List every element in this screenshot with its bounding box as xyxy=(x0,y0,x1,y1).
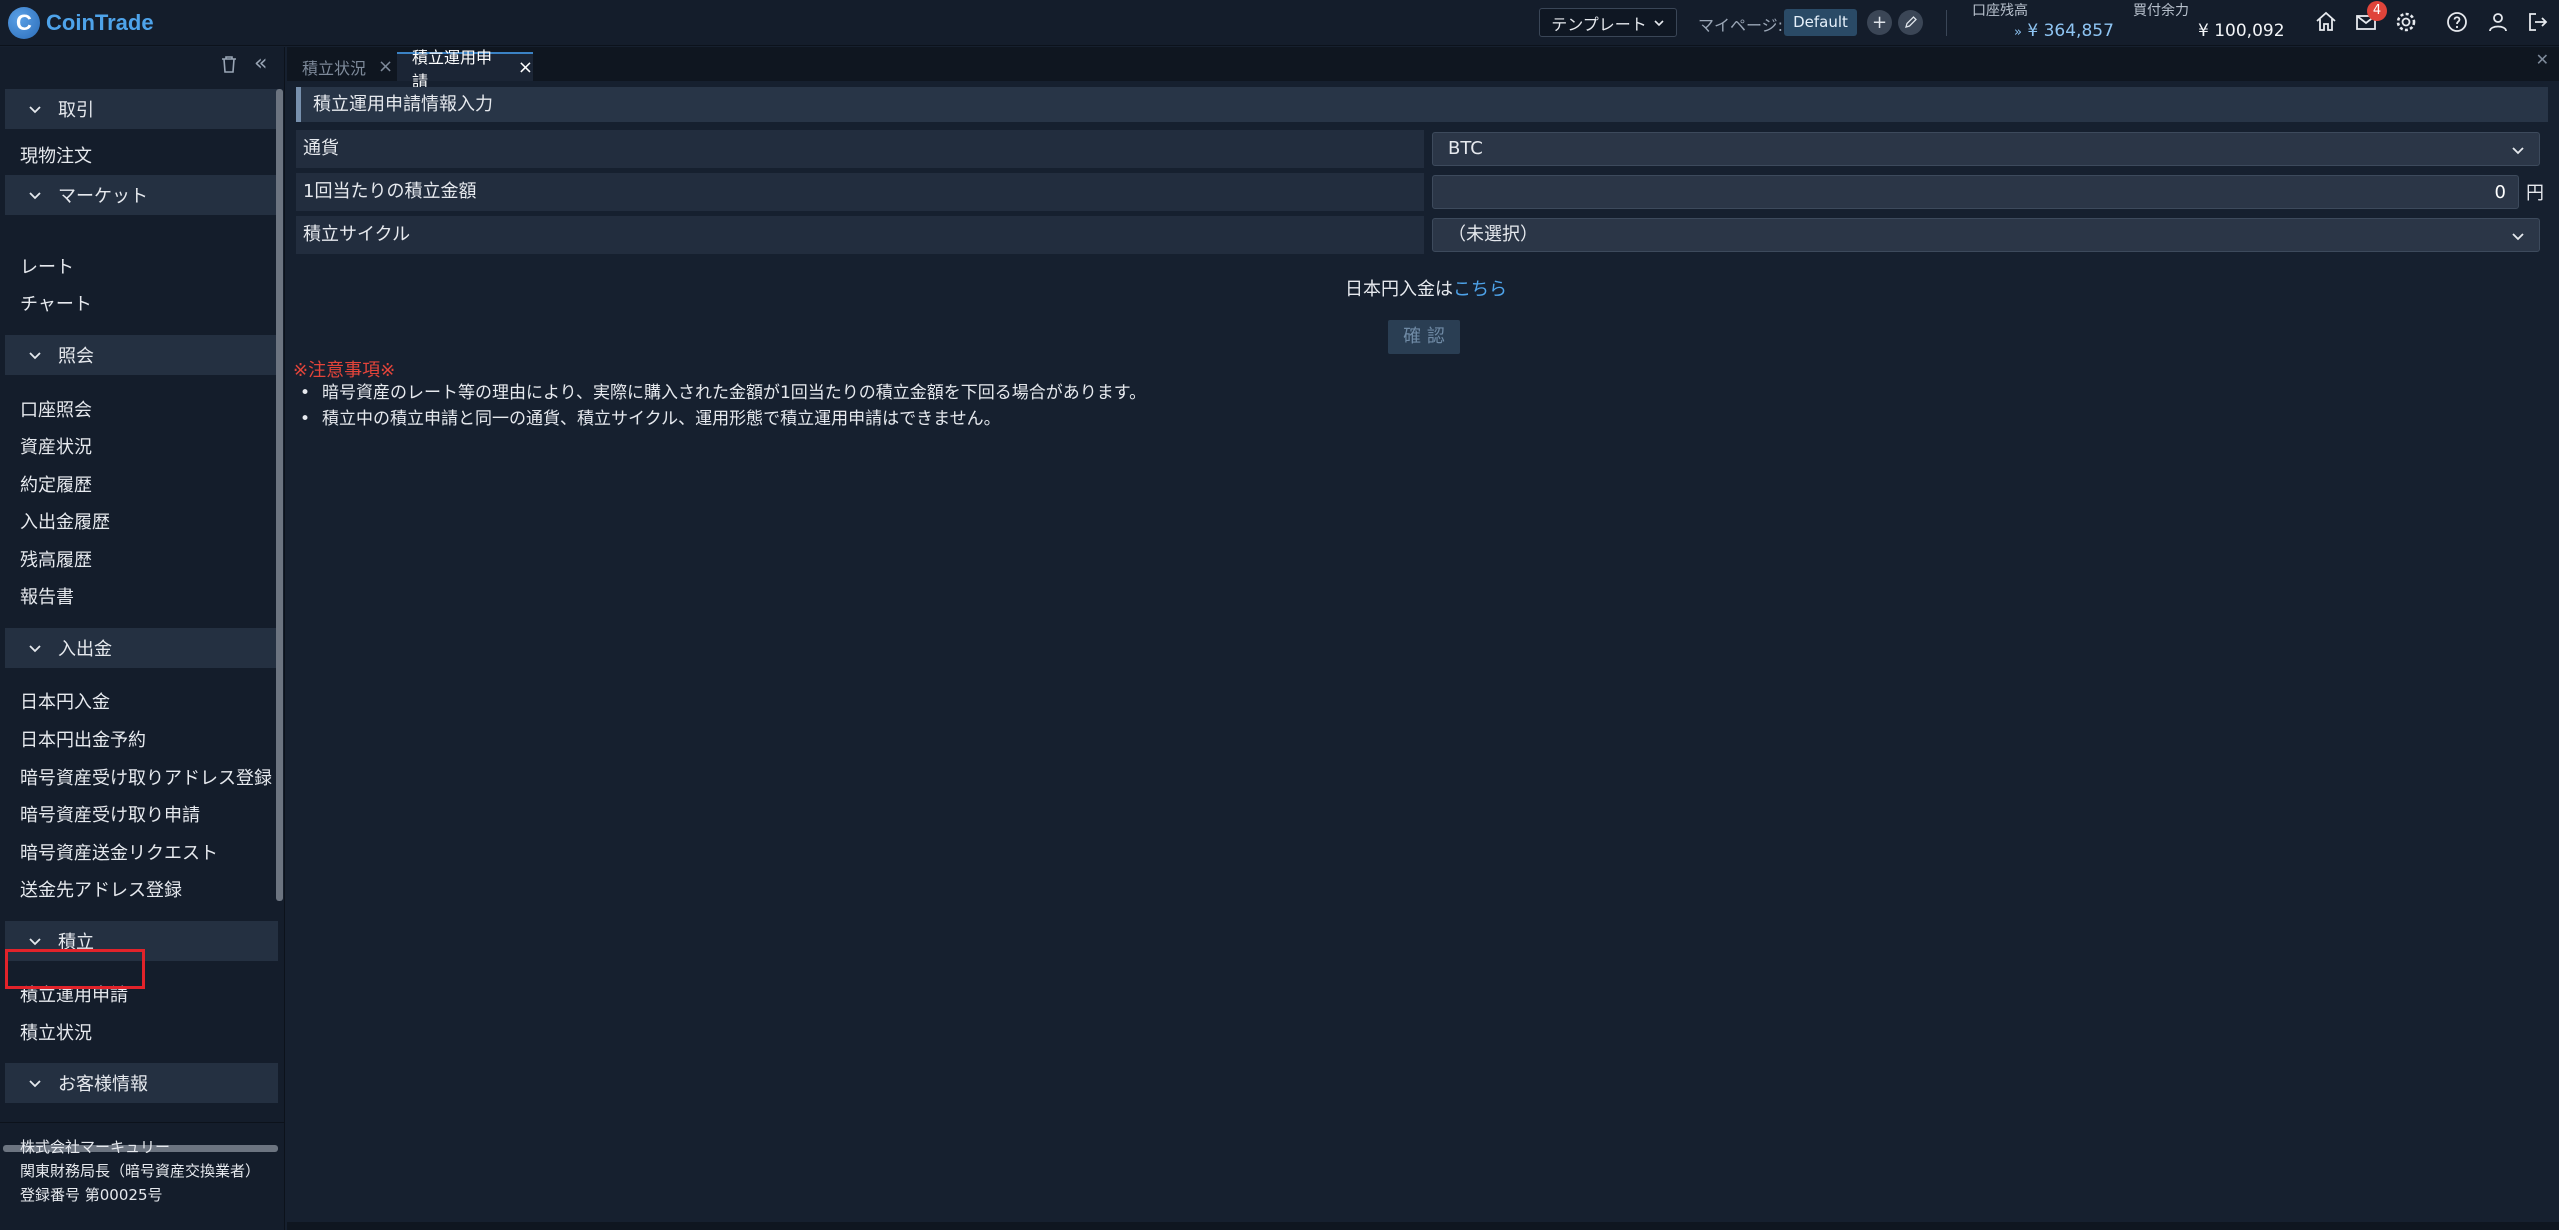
menu-group-deposit-withdrawal[interactable]: 入出金 xyxy=(5,628,278,668)
sidebar-toolbar: « xyxy=(0,47,285,83)
amount-label: 1回当たりの積立金額 xyxy=(296,173,1424,211)
amount-row: 1回当たりの積立金額 円 xyxy=(296,173,2548,213)
template-label: テンプレート xyxy=(1551,14,1647,34)
buying-power-value: ¥ 100,092 xyxy=(2198,21,2285,41)
menu-group-market[interactable]: マーケット xyxy=(5,175,278,215)
account-balance-label: 口座残高 xyxy=(1972,3,2028,19)
bottom-strip xyxy=(287,1222,2559,1230)
help-icon[interactable] xyxy=(2443,8,2471,36)
sidebar: « 取引 現物注文 マーケット レート チャート 照会 口座照会 資産状況 約定… xyxy=(0,47,285,1230)
menu-group-customer-info[interactable]: お客様情報 xyxy=(5,1063,278,1103)
home-icon[interactable] xyxy=(2312,8,2340,36)
logout-icon[interactable] xyxy=(2524,8,2552,36)
company-info: 株式会社マーキュリー 関東財務局長（暗号資産交換業者） 登録番号 第00025号 xyxy=(0,1122,285,1230)
chevron-down-icon xyxy=(29,1080,41,1088)
trash-icon[interactable] xyxy=(218,53,242,77)
menu-item-account-inquiry[interactable]: 口座照会 xyxy=(20,396,92,422)
notice-list: 暗号資産のレート等の理由により、実際に購入された金額が1回当たりの積立金額を下回… xyxy=(300,380,1146,432)
pencil-icon xyxy=(1904,16,1917,28)
section-title: 積立運用申請情報入力 xyxy=(296,87,2548,122)
default-layout-button[interactable]: Default xyxy=(1784,9,1857,36)
list-item: 積立中の積立申請と同一の通貨、積立サイクル、運用形態で積立運用申請はできません。 xyxy=(300,406,1146,432)
menu-item-asset-status[interactable]: 資産状況 xyxy=(20,433,92,459)
mypage-label: マイページ: xyxy=(1698,16,1784,35)
tab-accumulation-status[interactable]: 積立状況 × xyxy=(287,52,395,81)
company-registrar: 関東財務局長（暗号資産交換業者） xyxy=(20,1162,261,1180)
menu-item-spot-order[interactable]: 現物注文 xyxy=(20,142,92,168)
cycle-row: 積立サイクル （未選択） xyxy=(296,216,2548,256)
company-reg-number: 登録番号 第00025号 xyxy=(20,1186,163,1204)
amount-input[interactable] xyxy=(1432,175,2519,209)
chevron-down-icon xyxy=(29,352,41,360)
add-layout-button[interactable]: + xyxy=(1867,10,1892,35)
menu-item-accumulation-status[interactable]: 積立状況 xyxy=(20,1019,92,1045)
company-name: 株式会社マーキュリー xyxy=(20,1138,171,1156)
menu-item-deposit-history[interactable]: 入出金履歴 xyxy=(20,508,110,534)
tab-bar: 積立状況 × 積立運用申請 × xyxy=(287,47,2559,91)
edit-layout-button[interactable] xyxy=(1898,10,1923,35)
account-balance-value[interactable]: » ¥ 364,857 xyxy=(2014,21,2114,41)
list-item: 暗号資産のレート等の理由により、実際に購入された金額が1回当たりの積立金額を下回… xyxy=(300,380,1146,406)
logo[interactable]: C CoinTrade xyxy=(8,7,154,39)
confirm-button[interactable]: 確 認 xyxy=(1388,320,1460,354)
gear-icon[interactable] xyxy=(2392,8,2420,36)
currency-select[interactable]: BTC xyxy=(1432,132,2540,166)
chevron-down-icon xyxy=(29,192,41,200)
sidebar-menu: 取引 現物注文 マーケット レート チャート 照会 口座照会 資産状況 約定履歴… xyxy=(0,83,285,1155)
collapse-sidebar-icon[interactable]: « xyxy=(254,51,267,76)
user-icon[interactable] xyxy=(2484,8,2512,36)
menu-item-jpy-deposit[interactable]: 日本円入金 xyxy=(20,688,110,714)
menu-item-crypto-receive-request[interactable]: 暗号資産受け取り申請 xyxy=(20,801,200,827)
chevron-down-icon xyxy=(2512,233,2524,241)
menu-group-trade[interactable]: 取引 xyxy=(5,89,278,129)
menu-item-execution-history[interactable]: 約定履歴 xyxy=(20,471,92,497)
close-icon[interactable]: × xyxy=(518,57,533,78)
top-bar: C CoinTrade テンプレート マイページ: Default + 口座残高… xyxy=(0,0,2559,46)
cycle-select[interactable]: （未選択） xyxy=(1432,218,2540,252)
menu-item-rate[interactable]: レート xyxy=(20,253,74,279)
chevron-down-icon xyxy=(29,938,41,946)
chevron-down-icon xyxy=(29,106,41,114)
amount-unit: 円 xyxy=(2526,183,2544,204)
chevron-down-icon xyxy=(29,645,41,653)
deposit-note: 日本円入金はこちら xyxy=(1345,279,1507,300)
template-dropdown[interactable]: テンプレート xyxy=(1539,8,1677,37)
close-icon[interactable]: × xyxy=(378,56,393,77)
cycle-label: 積立サイクル xyxy=(296,216,1424,254)
header-divider xyxy=(1946,10,1947,36)
menu-group-inquiry[interactable]: 照会 xyxy=(5,335,278,375)
menu-item-crypto-address-register[interactable]: 暗号資産受け取りアドレス登録 xyxy=(20,764,272,790)
close-panel-icon[interactable]: ✕ xyxy=(2536,50,2549,69)
double-chevron-down-icon: » xyxy=(2014,25,2022,40)
mail-count-badge: 4 xyxy=(2367,1,2387,21)
menu-item-chart[interactable]: チャート xyxy=(20,290,92,316)
logo-coin-icon: C xyxy=(8,7,40,39)
menu-item-crypto-send-request[interactable]: 暗号資産送金リクエスト xyxy=(20,839,218,865)
deposit-link[interactable]: こちら xyxy=(1453,279,1507,300)
sidebar-scrollbar[interactable] xyxy=(276,89,283,901)
currency-label: 通貨 xyxy=(296,130,1424,168)
menu-item-balance-history[interactable]: 残高履歴 xyxy=(20,546,92,572)
currency-row: 通貨 BTC xyxy=(296,130,2548,170)
tab-accumulation-apply[interactable]: 積立運用申請 × xyxy=(397,48,533,91)
chevron-down-icon xyxy=(2512,147,2524,155)
buying-power-label: 買付余力 xyxy=(2133,3,2189,19)
menu-item-send-address-register[interactable]: 送金先アドレス登録 xyxy=(20,876,182,902)
brand-name: CoinTrade xyxy=(46,10,154,35)
selected-item-highlight xyxy=(5,949,145,989)
notice-title: ※注意事項※ xyxy=(293,360,396,381)
menu-item-reports[interactable]: 報告書 xyxy=(20,583,74,609)
menu-item-jpy-withdrawal[interactable]: 日本円出金予約 xyxy=(20,726,146,752)
chevron-down-icon xyxy=(1654,19,1664,26)
